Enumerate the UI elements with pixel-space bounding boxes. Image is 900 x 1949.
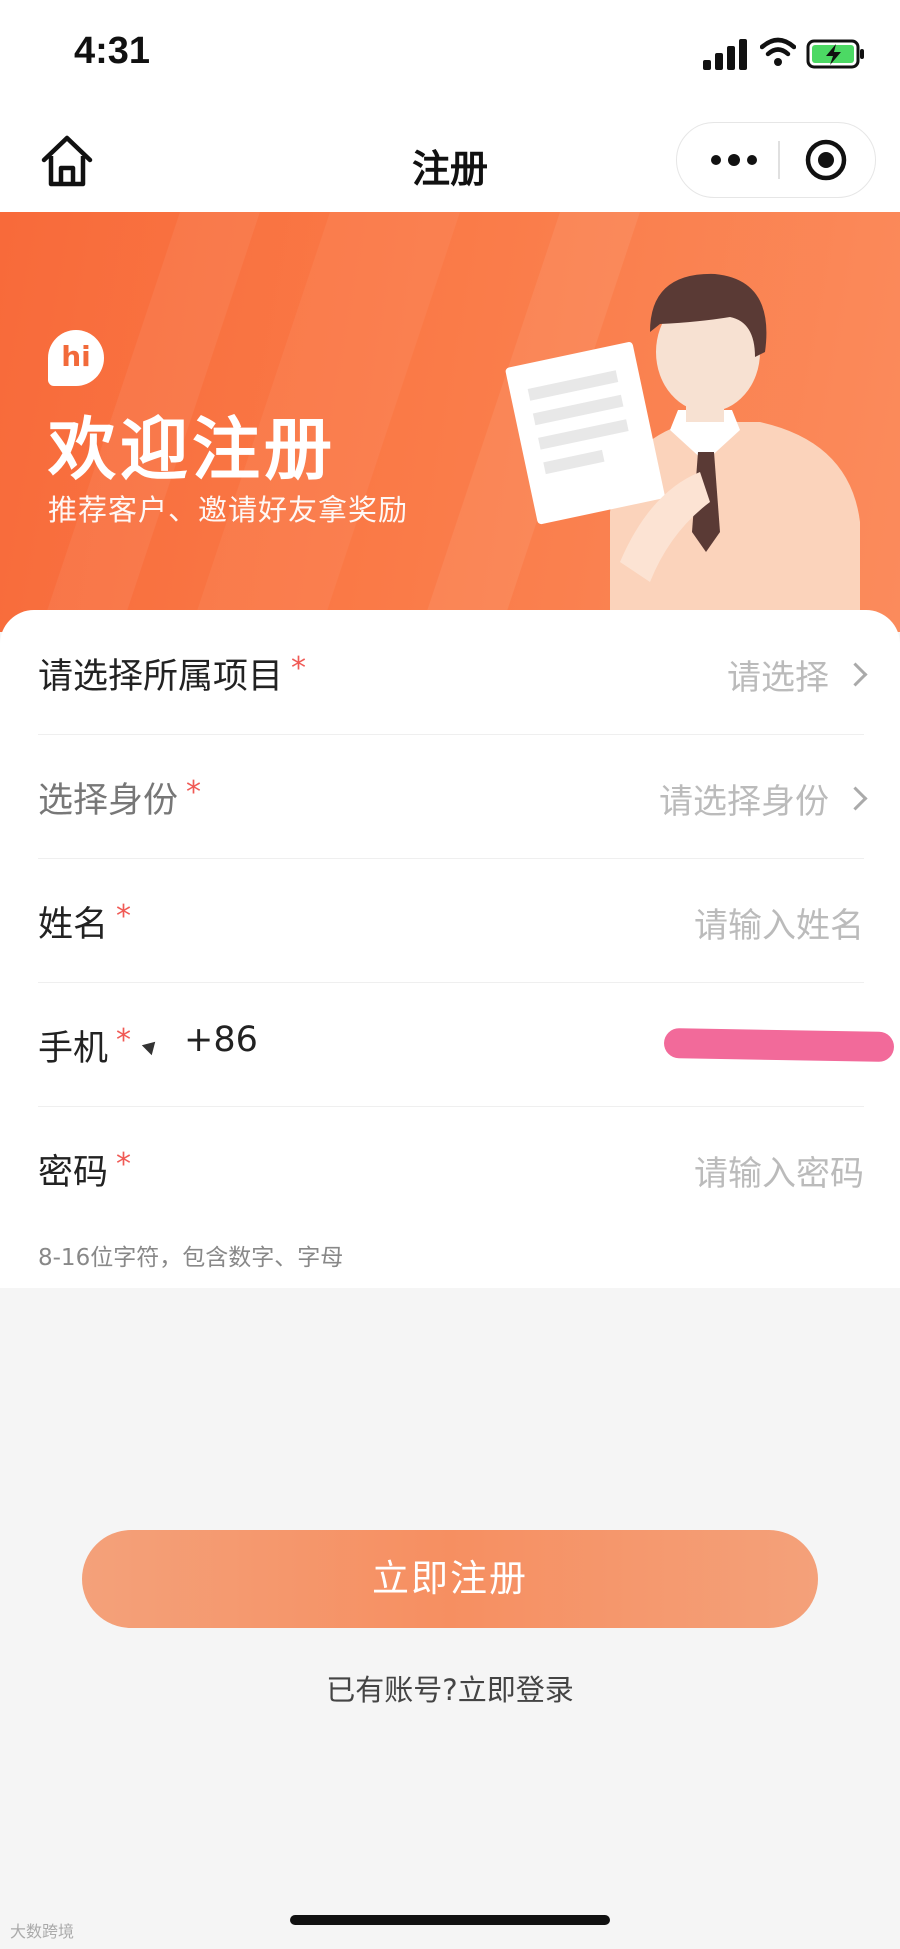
status-time: 4:31 — [74, 30, 151, 72]
capsule-divider — [778, 141, 780, 179]
chevron-right-icon — [843, 786, 868, 811]
status-bar: 4:31 — [0, 0, 900, 110]
project-label: 请选择所属项目 * — [38, 651, 307, 697]
more-dots-icon — [711, 154, 757, 166]
required-mark: * — [116, 1147, 132, 1182]
wifi-icon — [760, 37, 796, 66]
chevron-right-icon — [843, 662, 868, 687]
phone-input-redacted[interactable] — [663, 1027, 895, 1063]
project-select[interactable]: 请选择 — [727, 650, 868, 699]
close-miniprogram-button[interactable] — [791, 123, 861, 197]
country-code-select[interactable]: +86 — [184, 1020, 258, 1060]
banner-subtitle: 推荐客户、邀请好友拿奖励 — [48, 493, 409, 527]
name-row: 姓名 * 请输入姓名 — [38, 858, 864, 983]
identity-select-row[interactable]: 选择身份 * 请选择身份 — [38, 734, 868, 859]
identity-label: 选择身份 * — [38, 775, 202, 821]
man-reading-illustration — [505, 273, 860, 632]
phone-row: 手机 * +86 — [38, 982, 895, 1107]
name-label: 姓名 * — [38, 899, 132, 945]
banner-title: 欢迎注册 — [48, 411, 337, 490]
country-dropdown-icon[interactable] — [141, 1036, 161, 1056]
registration-form: 请选择所属项目 * 请选择 选择身份 * 请选择身份 姓名 * 请输入姓名 手机 * +… — [0, 610, 900, 1288]
required-mark: * — [116, 1023, 132, 1058]
miniprogram-capsule — [676, 122, 876, 198]
register-button[interactable]: 立即注册 — [82, 1530, 818, 1628]
password-label: 密码 * — [38, 1147, 132, 1193]
hi-badge: hi — [48, 330, 104, 386]
login-link[interactable]: 已有账号?立即登录 — [0, 1667, 900, 1709]
password-input[interactable]: 请输入密码 — [694, 1146, 864, 1195]
required-mark: * — [116, 899, 132, 934]
password-row: 密码 * 请输入密码 — [38, 1106, 864, 1230]
battery-charging-icon — [806, 39, 864, 69]
project-select-row[interactable]: 请选择所属项目 * 请选择 — [38, 610, 868, 735]
name-input[interactable]: 请输入姓名 — [694, 898, 864, 947]
required-mark: * — [186, 775, 202, 810]
more-button[interactable] — [699, 123, 769, 197]
nav-bar: 注册 — [0, 110, 900, 212]
phone-label: 手机 * — [38, 1023, 132, 1069]
required-mark: * — [291, 651, 307, 686]
target-icon — [805, 139, 847, 181]
watermark: 大数跨境 — [10, 1922, 75, 1941]
signal-icon — [703, 39, 747, 70]
identity-select[interactable]: 请选择身份 — [659, 774, 868, 823]
password-hint: 8-16位字符，包含数字、字母 — [38, 1245, 344, 1271]
home-indicator — [290, 1915, 610, 1925]
welcome-banner: hi 欢迎注册 推荐客户、邀请好友拿奖励 — [0, 212, 900, 632]
